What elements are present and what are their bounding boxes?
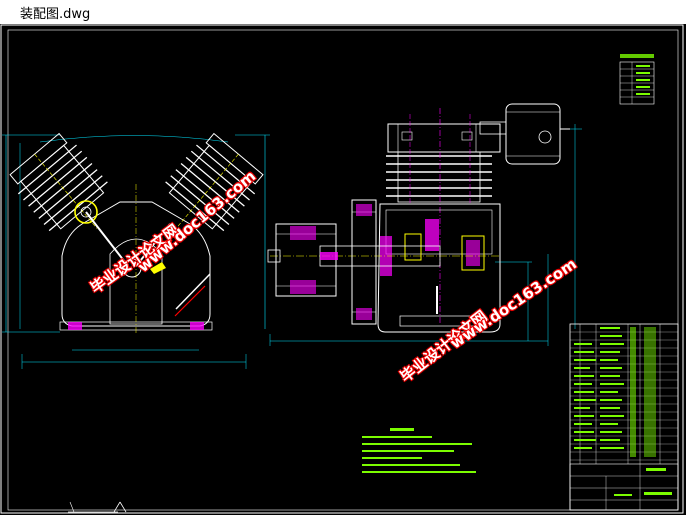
right-view — [267, 103, 582, 346]
title-bar: 装配图.dwg — [0, 0, 686, 24]
drawing-canvas[interactable]: 毕业设计论文网 www.doc163.com 毕业设计论文网 www.doc16… — [0, 24, 686, 515]
ucs-axis-icon — [68, 501, 127, 513]
technical-notes — [362, 428, 476, 473]
window-title: 装配图.dwg — [20, 7, 91, 22]
parameter-table — [619, 54, 655, 105]
title-block — [569, 323, 679, 511]
